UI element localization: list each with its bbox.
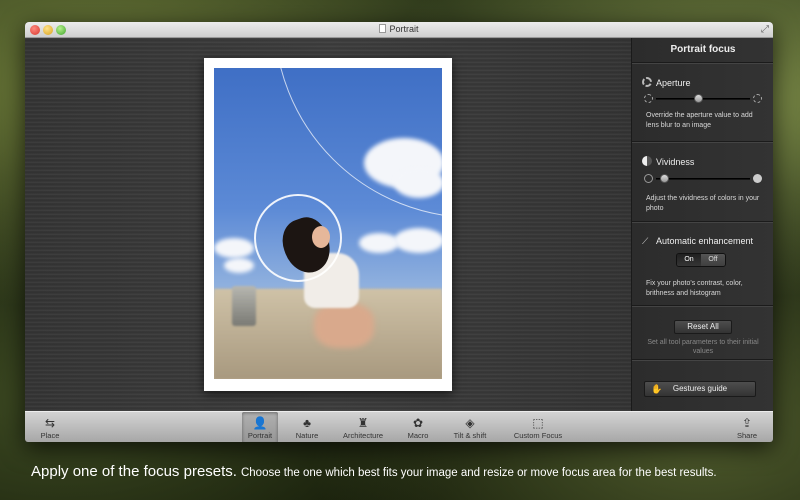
photo-frame [204,58,452,391]
portrait-icon: 👤 [252,416,268,430]
place-icon: ⇆ [44,416,56,430]
custom-focus-icon: ⬚ [532,416,544,430]
window-title-wrap: Portrait [25,24,773,34]
fullscreen-icon[interactable]: ⤢ [761,24,769,35]
tilt-shift-icon: ◈ [465,416,475,430]
aperture-min-icon [644,94,653,103]
enhancement-label: Automatic enhancement [656,236,754,246]
share-button[interactable]: ⇪ Share [731,412,763,442]
vividness-section: Vividness Adjust the vividness of colors… [632,142,773,222]
app-window: Portrait ⤢ Portrait focus Aperture Overr… [25,22,773,442]
aperture-max-icon [753,94,762,103]
vividness-slider[interactable] [644,174,762,184]
preset-tilt-shift-label: Tilt & shift [453,431,487,440]
preset-macro[interactable]: ✿ Macro [400,412,436,442]
place-label: Place [40,431,60,440]
caption-lead: Apply one of the focus presets. [31,463,237,480]
enhancement-header: ⟋ Automatic enhancement [642,236,753,247]
preset-nature-label: Nature [295,431,319,440]
focus-area-circle[interactable] [254,194,342,282]
statue-icon: ♜ [357,416,369,430]
window-title: Portrait [389,24,419,34]
panel-title: Portrait focus [632,38,773,63]
vividness-description: Adjust the vividness of colors in your p… [646,195,760,212]
photo-preview[interactable] [214,68,442,379]
vividness-header: Vividness [642,156,694,167]
hand-icon: ✋ [651,384,663,394]
share-icon: ⇪ [741,416,753,430]
aperture-slider-knob[interactable] [694,94,704,103]
aperture-icon [642,77,652,87]
enhancement-toggle[interactable]: On Off [676,253,726,267]
preset-macro-label: Macro [407,431,429,440]
reset-note: Set all tool parameters to their initial… [647,339,759,355]
place-button[interactable]: ⇆ Place [33,412,67,442]
vividness-icon [642,156,652,166]
preset-portrait-label: Portrait [247,431,273,440]
preset-custom-focus-label: Custom Focus [513,431,563,440]
reset-section: Reset All Set all tool parameters to the… [632,306,773,360]
caption-rest: Choose the one which best fits your imag… [240,467,717,479]
flower-icon: ✿ [412,416,424,430]
preset-custom-focus[interactable]: ⬚ Custom Focus [506,412,570,442]
title-bar: Portrait ⤢ [25,22,773,38]
preset-architecture[interactable]: ♜ Architecture [337,412,389,442]
enhancement-on-option[interactable]: On [677,254,701,266]
aperture-slider[interactable] [644,94,762,104]
bottom-toolbar: ⇆ Place 👤 Portrait ♣ Nature ♜ Architectu… [25,411,773,442]
tree-icon: ♣ [303,416,311,430]
vividness-slider-knob[interactable] [660,174,670,183]
reset-all-button[interactable]: Reset All [674,320,732,334]
enhancement-off-option[interactable]: Off [701,254,725,266]
enhancement-section: ⟋ Automatic enhancement On Off Fix your p… [632,222,773,306]
document-icon [379,24,387,33]
vividness-label: Vividness [656,157,695,167]
gestures-section: ✋ Gestures guide [632,360,773,411]
gestures-guide-button[interactable]: ✋ Gestures guide [644,381,756,397]
sand-bucket [232,286,256,326]
magic-wand-icon: ⟋ [642,236,649,246]
aperture-description: Override the aperture value to add lens … [646,112,753,129]
portrait-focus-panel: Portrait focus Aperture Override the ape… [631,38,773,411]
preset-architecture-label: Architecture [342,431,384,440]
preset-nature[interactable]: ♣ Nature [289,412,325,442]
preset-tilt-shift[interactable]: ◈ Tilt & shift [447,412,493,442]
preset-portrait[interactable]: 👤 Portrait [242,412,278,442]
aperture-header: Aperture [642,77,691,88]
share-label: Share [736,431,757,440]
image-canvas [25,38,631,411]
vividness-min-icon [644,174,653,183]
vividness-max-icon [753,174,762,183]
gestures-guide-label: Gestures guide [672,384,728,393]
enhancement-description: Fix your photo's contrast, color, brithn… [646,280,743,297]
promo-caption: Apply one of the focus presets. Choose th… [31,463,791,481]
aperture-section: Aperture Override the aperture value to … [632,63,773,142]
aperture-label: Aperture [656,78,691,88]
